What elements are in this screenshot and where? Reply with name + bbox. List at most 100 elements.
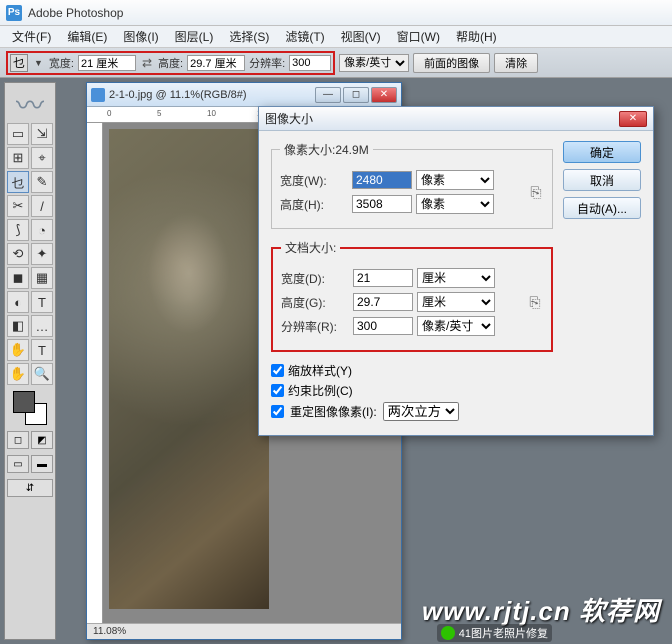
doc-minimize-button[interactable]: —: [315, 87, 341, 103]
tool-zoom[interactable]: 🔍: [31, 363, 53, 385]
opt-width-label: 宽度:: [49, 55, 74, 71]
dialog-titlebar[interactable]: 图像大小 ✕: [259, 107, 653, 131]
document-icon: [91, 88, 105, 102]
tool-type[interactable]: T: [31, 291, 53, 313]
menu-file[interactable]: 文件(F): [4, 26, 59, 47]
tool-hand[interactable]: ✋: [7, 363, 29, 385]
tool-grid: ▭ ⇲ ⊞ ⌖ 乜 ✎ ✂ / ⟆ ◔ ⟲ ✦ ◼ ▦ ◐ T ◧ … ✋ T …: [7, 123, 53, 385]
menu-view[interactable]: 视图(V): [333, 26, 389, 47]
wechat-icon: [441, 626, 455, 640]
tool-dodge[interactable]: ▦: [31, 267, 53, 289]
tool-slice[interactable]: ✎: [31, 171, 53, 193]
swap-dimensions-icon[interactable]: ⇄: [140, 56, 154, 70]
menu-layer[interactable]: 图层(L): [167, 26, 222, 47]
menu-help[interactable]: 帮助(H): [448, 26, 505, 47]
dialog-title: 图像大小: [265, 110, 313, 127]
tool-history-brush[interactable]: ◔: [31, 219, 53, 241]
menu-edit[interactable]: 编辑(E): [59, 26, 115, 47]
app-title: Adobe Photoshop: [28, 6, 123, 20]
tool-preset-dropdown[interactable]: ▼: [32, 58, 45, 68]
resample-label: 重定图像像素(I):: [290, 403, 377, 420]
px-width-unit[interactable]: 像素: [416, 170, 494, 190]
clear-button[interactable]: 清除: [494, 53, 538, 73]
tool-notes[interactable]: ✋: [7, 339, 29, 361]
tool-move[interactable]: ⇲: [31, 123, 53, 145]
tool-eraser[interactable]: ⟲: [7, 243, 29, 265]
tool-marquee[interactable]: ▭: [7, 123, 29, 145]
opt-res-unit-select[interactable]: 像素/英寸: [339, 54, 409, 72]
doc-height-unit[interactable]: 厘米: [417, 292, 495, 312]
dialog-close-button[interactable]: ✕: [619, 111, 647, 127]
resample-checkbox[interactable]: [271, 405, 284, 418]
doc-res-input[interactable]: [353, 317, 413, 335]
menu-image[interactable]: 图像(I): [115, 26, 166, 47]
ps-feather-icon: 〰: [6, 87, 54, 121]
quickmask-mode-button[interactable]: ◩: [31, 431, 53, 449]
document-size-fieldset: 文档大小: 宽度(D): 厘米 高度(G): 厘米: [271, 239, 553, 352]
color-swatch[interactable]: [13, 391, 47, 425]
document-statusbar: 11.08%: [87, 623, 401, 639]
front-image-button[interactable]: 前面的图像: [413, 53, 490, 73]
scale-styles-label: 缩放样式(Y): [288, 362, 352, 379]
watermark-text: www.rjtj.cn 软荐网: [422, 591, 660, 628]
document-title: 2-1-0.jpg @ 11.1%(RGB/8#): [109, 89, 247, 101]
scale-styles-checkbox[interactable]: [271, 364, 284, 377]
tool-eyedropper[interactable]: T: [31, 339, 53, 361]
doc-res-label: 分辨率(R):: [281, 318, 349, 335]
crop-options-highlight: 乜 ▼ 宽度: ⇄ 高度: 分辨率:: [6, 51, 335, 75]
doc-width-unit[interactable]: 厘米: [417, 268, 495, 288]
document-titlebar[interactable]: 2-1-0.jpg @ 11.1%(RGB/8#) — ◻ ✕: [87, 83, 401, 107]
tool-brush[interactable]: /: [31, 195, 53, 217]
tool-wand[interactable]: ⌖: [31, 147, 53, 169]
screen-mode-1[interactable]: ▭: [7, 455, 29, 473]
px-height-unit[interactable]: 像素: [416, 194, 494, 214]
ok-button[interactable]: 确定: [563, 141, 641, 163]
menu-window[interactable]: 窗口(W): [389, 26, 448, 47]
menu-filter[interactable]: 滤镜(T): [277, 26, 332, 47]
opt-height-input[interactable]: [187, 55, 245, 71]
screen-mode-2[interactable]: ▬: [31, 455, 53, 473]
document-size-legend: 文档大小:: [281, 239, 340, 256]
tool-crop[interactable]: 乜: [7, 171, 29, 193]
doc-res-unit[interactable]: 像素/英寸: [417, 316, 495, 336]
opt-res-label: 分辨率:: [249, 55, 285, 71]
px-link-icon[interactable]: ⎘: [528, 184, 544, 201]
doc-width-input[interactable]: [353, 269, 413, 287]
doc-height-label: 高度(G):: [281, 294, 349, 311]
tool-palette: 〰 ▭ ⇲ ⊞ ⌖ 乜 ✎ ✂ / ⟆ ◔ ⟲ ✦ ◼ ▦ ◐ T ◧ … ✋ …: [4, 82, 56, 640]
px-width-input[interactable]: [352, 171, 412, 189]
pixel-dimensions-fieldset: 像素大小:24.9M 宽度(W): 像素 高度(H): 像素: [271, 141, 553, 229]
tool-pen[interactable]: ◧: [7, 315, 29, 337]
tool-path[interactable]: ◐: [7, 291, 29, 313]
standard-mode-button[interactable]: ◻: [7, 431, 29, 449]
tool-lasso[interactable]: ⊞: [7, 147, 29, 169]
opt-res-input[interactable]: [289, 55, 331, 71]
px-height-input[interactable]: [352, 195, 412, 213]
doc-height-input[interactable]: [353, 293, 413, 311]
image-size-dialog: 图像大小 ✕ 像素大小:24.9M 宽度(W): 像素: [258, 106, 654, 436]
resample-method-select[interactable]: 两次立方: [383, 402, 459, 421]
tool-gradient[interactable]: ✦: [31, 243, 53, 265]
constrain-checkbox[interactable]: [271, 384, 284, 397]
foreground-color[interactable]: [13, 391, 35, 413]
crop-tool-icon[interactable]: 乜: [10, 54, 28, 72]
tool-blur[interactable]: ◼: [7, 267, 29, 289]
jump-to-button[interactable]: ⇵: [7, 479, 53, 497]
doc-maximize-button[interactable]: ◻: [343, 87, 369, 103]
auto-button[interactable]: 自动(A)...: [563, 197, 641, 219]
doc-link-icon[interactable]: ⎘: [527, 294, 543, 311]
px-width-label: 宽度(W):: [280, 172, 348, 189]
doc-close-button[interactable]: ✕: [371, 87, 397, 103]
tool-healing[interactable]: ✂: [7, 195, 29, 217]
menu-select[interactable]: 选择(S): [221, 26, 277, 47]
opt-width-input[interactable]: [78, 55, 136, 71]
px-height-label: 高度(H):: [280, 196, 348, 213]
ruler-vertical[interactable]: [87, 123, 103, 623]
wechat-text: 41图片老照片修复: [459, 625, 548, 641]
menubar: 文件(F) 编辑(E) 图像(I) 图层(L) 选择(S) 滤镜(T) 视图(V…: [0, 26, 672, 48]
tool-stamp[interactable]: ⟆: [7, 219, 29, 241]
cancel-button[interactable]: 取消: [563, 169, 641, 191]
tool-shape[interactable]: …: [31, 315, 53, 337]
zoom-level[interactable]: 11.08%: [93, 626, 126, 637]
doc-width-label: 宽度(D):: [281, 270, 349, 287]
